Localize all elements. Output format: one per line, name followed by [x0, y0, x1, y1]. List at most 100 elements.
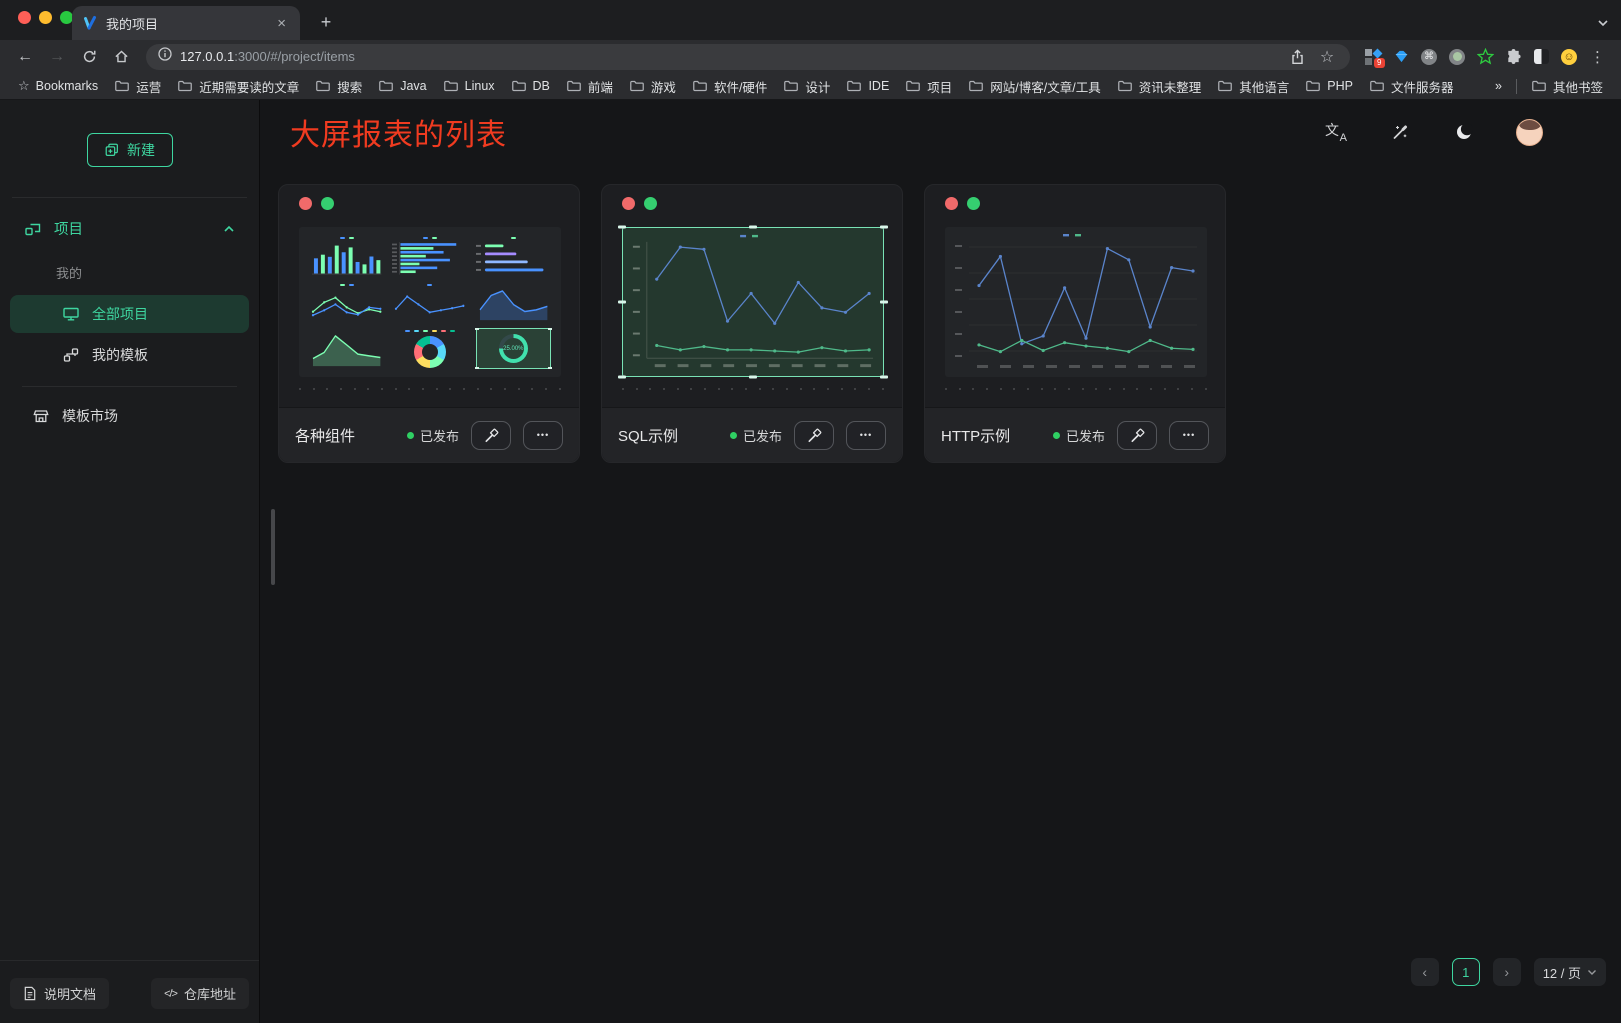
- separator-dot: [477, 388, 479, 390]
- publish-status: 已发布: [730, 426, 782, 445]
- extension-command-icon[interactable]: ⌘: [1418, 46, 1440, 68]
- my-templates-label: 我的模板: [92, 345, 148, 365]
- bookmark-folder[interactable]: Linux: [435, 75, 503, 97]
- home-button[interactable]: [108, 44, 134, 70]
- bookmarks-overflow-button[interactable]: »: [1487, 75, 1510, 97]
- tab-search-chevron-icon[interactable]: [1597, 14, 1609, 32]
- language-button[interactable]: 文A: [1324, 120, 1348, 144]
- tab-close-icon[interactable]: ×: [273, 15, 290, 32]
- bookmark-folder[interactable]: IDE: [838, 75, 897, 97]
- bookmark-folder[interactable]: 近期需要读的文章: [169, 75, 307, 97]
- project-thumbnail[interactable]: [622, 227, 884, 377]
- new-tab-button[interactable]: +: [314, 10, 338, 34]
- edit-project-button[interactable]: [794, 421, 834, 450]
- selection-handle[interactable]: [618, 226, 626, 229]
- edit-project-button[interactable]: [1117, 421, 1157, 450]
- selection-handle[interactable]: [618, 301, 626, 304]
- bookmark-folder-label: 设计: [805, 77, 830, 96]
- url-path: :3000/#/project/items: [234, 49, 355, 64]
- bookmark-folder[interactable]: 设计: [775, 75, 838, 97]
- minimize-window-button[interactable]: [39, 11, 52, 24]
- separator-dot: [1191, 388, 1193, 390]
- page-size-select[interactable]: 12 / 页: [1534, 958, 1606, 986]
- bookmark-folder[interactable]: Java: [370, 75, 434, 97]
- extension-green-star-icon[interactable]: [1474, 46, 1496, 68]
- selection-handle[interactable]: [749, 226, 757, 229]
- bookmark-folder[interactable]: 软件/硬件: [684, 75, 775, 97]
- bookmark-folder[interactable]: 游戏: [621, 75, 684, 97]
- close-window-button[interactable]: [18, 11, 31, 24]
- extension-grid-icon[interactable]: 9: [1362, 46, 1384, 68]
- share-icon[interactable]: [1286, 46, 1308, 68]
- other-bookmarks-folder[interactable]: 其他书签: [1523, 75, 1611, 97]
- separator-dot: [636, 388, 638, 390]
- extension-recorder-icon[interactable]: [1446, 46, 1468, 68]
- docs-button[interactable]: 说明文档: [10, 978, 109, 1009]
- reload-button[interactable]: [76, 44, 102, 70]
- sidebar-item-all-projects[interactable]: 全部项目: [10, 295, 249, 333]
- status-label: 已发布: [743, 426, 782, 445]
- project-thumbnail[interactable]: [945, 227, 1207, 377]
- project-card[interactable]: HTTP示例已发布•••: [924, 184, 1226, 463]
- bookmark-folder[interactable]: 搜索: [307, 75, 370, 97]
- browser-menu-icon[interactable]: ⋮: [1586, 48, 1609, 66]
- bookmark-folder[interactable]: 运营: [106, 75, 169, 97]
- sidebar-my-label: 我的: [10, 251, 249, 292]
- bookmark-folder[interactable]: DB: [503, 75, 558, 97]
- dark-mode-button[interactable]: [1452, 120, 1476, 144]
- bookmark-folder-label: Linux: [465, 79, 495, 93]
- new-project-button[interactable]: 新建: [87, 133, 173, 167]
- edit-project-button[interactable]: [471, 421, 511, 450]
- bookmarks-manager-item[interactable]: ☆ Bookmarks: [10, 75, 106, 97]
- browser-tab[interactable]: 我的项目 ×: [72, 6, 300, 40]
- selection-handle[interactable]: [749, 376, 757, 379]
- repo-button[interactable]: </> 仓库地址: [151, 978, 249, 1009]
- selection-handle[interactable]: [618, 376, 626, 379]
- url-text[interactable]: 127.0.0.1:3000/#/project/items: [180, 49, 355, 64]
- sidebar-item-my-templates[interactable]: 我的模板: [10, 336, 249, 374]
- next-page-button[interactable]: ›: [1493, 958, 1521, 986]
- project-card[interactable]: SQL示例已发布•••: [601, 184, 903, 463]
- back-button[interactable]: ←: [12, 44, 38, 70]
- extension-gem-icon[interactable]: [1390, 46, 1412, 68]
- dark-reader-icon[interactable]: [1530, 46, 1552, 68]
- ellipsis-icon: •••: [860, 430, 872, 440]
- emoji-extension-icon[interactable]: ☺: [1558, 46, 1580, 68]
- extensions-puzzle-icon[interactable]: [1502, 46, 1524, 68]
- bookmark-folder[interactable]: 资讯未整理: [1109, 75, 1210, 97]
- content-scrollbar[interactable]: [271, 509, 275, 585]
- selection-handle[interactable]: [880, 376, 888, 379]
- project-card[interactable]: 25.00% 各种组件已发布•••: [278, 184, 580, 463]
- ellipsis-icon: •••: [1183, 430, 1195, 440]
- bookmark-star-icon[interactable]: ☆: [1316, 46, 1338, 68]
- bookmark-folder[interactable]: PHP: [1297, 75, 1361, 97]
- bookmark-folder[interactable]: 项目: [897, 75, 960, 97]
- hammer-icon: [806, 427, 823, 444]
- selection-handle[interactable]: [880, 226, 888, 229]
- more-actions-button[interactable]: •••: [523, 421, 563, 450]
- all-projects-label: 全部项目: [92, 304, 148, 324]
- site-info-icon[interactable]: [158, 47, 172, 66]
- sidebar-item-template-market[interactable]: 模板市场: [10, 397, 249, 435]
- separator-dot: [972, 388, 974, 390]
- card-footer: 各种组件已发布•••: [279, 407, 579, 462]
- more-actions-button[interactable]: •••: [1169, 421, 1209, 450]
- prev-page-button[interactable]: ‹: [1411, 958, 1439, 986]
- bookmark-folder[interactable]: 网站/博客/文章/工具: [960, 75, 1108, 97]
- sidebar-group-label: 项目: [54, 218, 83, 239]
- mini-chart-donut: [392, 328, 467, 369]
- magic-wand-button[interactable]: [1388, 120, 1412, 144]
- selection-handle[interactable]: [880, 301, 888, 304]
- bookmark-folder[interactable]: 其他语言: [1209, 75, 1297, 97]
- project-thumbnail[interactable]: 25.00%: [299, 227, 561, 377]
- bookmark-folder[interactable]: 前端: [558, 75, 621, 97]
- more-actions-button[interactable]: •••: [846, 421, 886, 450]
- user-avatar[interactable]: [1516, 119, 1543, 146]
- address-bar[interactable]: 127.0.0.1:3000/#/project/items ☆: [146, 44, 1350, 70]
- bookmark-folder[interactable]: 文件服务器: [1361, 75, 1462, 97]
- bookmark-folder-label: 运营: [136, 77, 161, 96]
- current-page-button[interactable]: 1: [1452, 958, 1480, 986]
- card-status-dots: [945, 197, 980, 210]
- sidebar-group-projects[interactable]: 项目: [10, 206, 249, 251]
- status-dot: [407, 432, 414, 439]
